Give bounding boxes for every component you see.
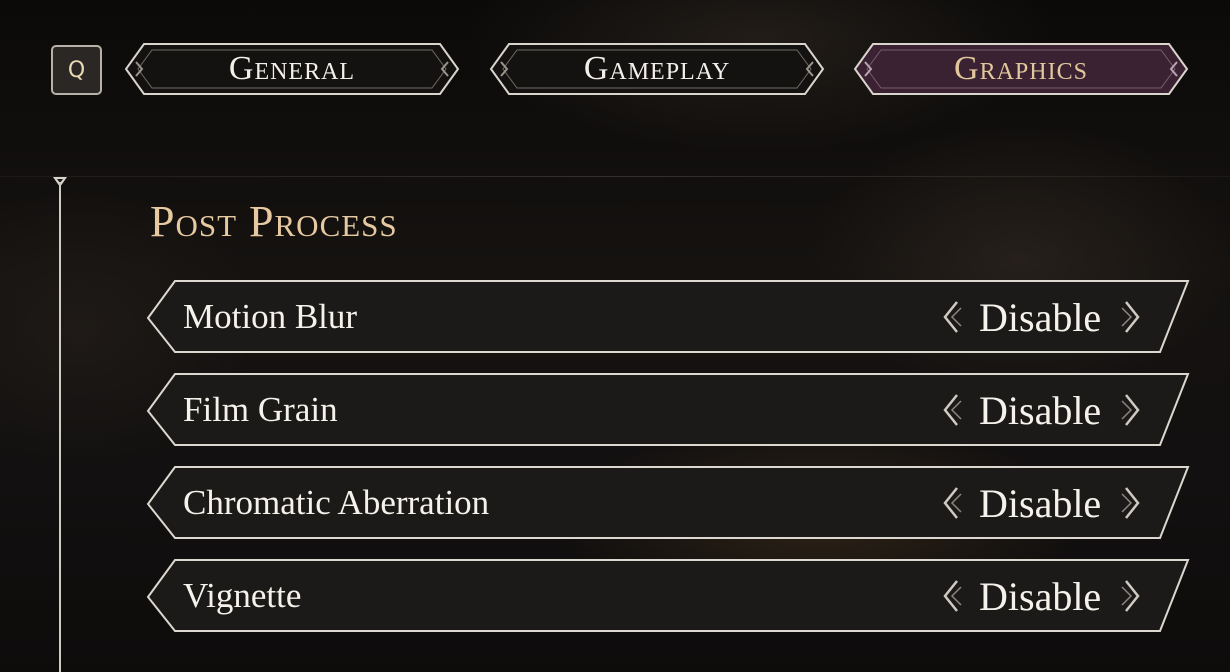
chevron-left-icon[interactable] <box>939 578 963 614</box>
tab-graphics[interactable]: Graphics <box>851 40 1191 98</box>
chevron-left-icon[interactable] <box>939 392 963 428</box>
setting-value: Disable <box>979 387 1102 433</box>
tab-divider <box>0 176 1230 177</box>
tab-gameplay-label: Gameplay <box>583 50 731 87</box>
setting-value: Disable <box>979 294 1102 340</box>
setting-row-vignette[interactable]: Vignette Disable <box>145 557 1190 635</box>
prev-tab-key-hint[interactable]: Q <box>51 45 102 95</box>
tab-general[interactable]: General <box>122 40 462 98</box>
settings-screen: Q General Gameplay Graphics Post Process… <box>0 0 1230 672</box>
scroll-track[interactable] <box>59 182 61 672</box>
chevron-right-icon[interactable] <box>1120 392 1144 428</box>
chevron-left-icon[interactable] <box>939 299 963 335</box>
setting-row-film-grain[interactable]: Film Grain Disable <box>145 371 1190 449</box>
tab-graphics-label: Graphics <box>954 50 1088 87</box>
setting-label: Motion Blur <box>183 297 358 336</box>
setting-label: Chromatic Aberration <box>183 483 490 522</box>
key-hint-label: Q <box>67 57 86 83</box>
setting-label: Film Grain <box>183 390 338 429</box>
setting-row-motion-blur[interactable]: Motion Blur Disable <box>145 278 1190 356</box>
setting-row-chromatic-aberration[interactable]: Chromatic Aberration Disable <box>145 464 1190 542</box>
chevron-left-icon[interactable] <box>939 485 963 521</box>
tab-general-label: General <box>228 50 356 87</box>
tab-gameplay[interactable]: Gameplay <box>487 40 827 98</box>
setting-value: Disable <box>979 480 1102 526</box>
setting-value: Disable <box>979 573 1102 619</box>
setting-label: Vignette <box>183 576 302 615</box>
section-title: Post Process <box>150 197 398 246</box>
chevron-right-icon[interactable] <box>1120 485 1144 521</box>
chevron-right-icon[interactable] <box>1120 299 1144 335</box>
chevron-right-icon[interactable] <box>1120 578 1144 614</box>
